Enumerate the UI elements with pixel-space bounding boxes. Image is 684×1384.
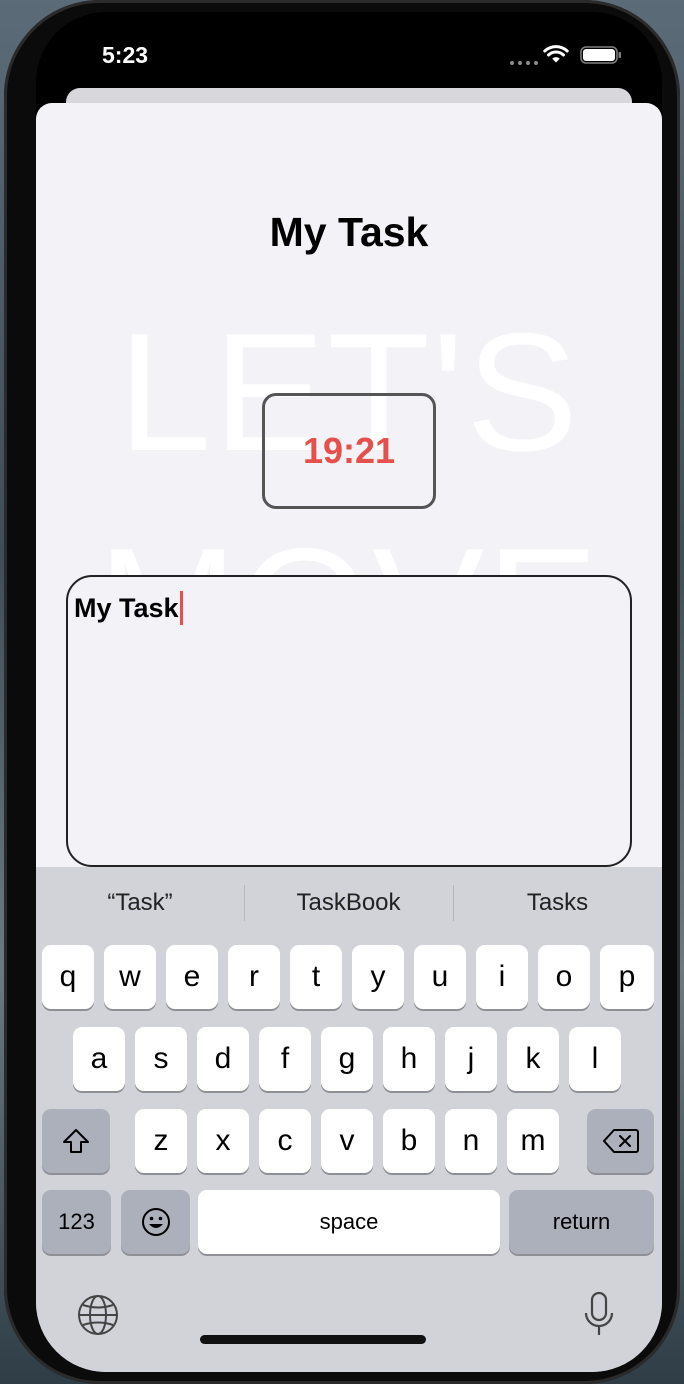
status-bar: 5:23 (36, 12, 662, 92)
key-k[interactable]: k (507, 1027, 559, 1091)
key-w[interactable]: w (104, 945, 156, 1009)
globe-icon[interactable] (76, 1293, 120, 1337)
key-c[interactable]: c (259, 1109, 311, 1173)
backspace-icon (602, 1129, 639, 1153)
shift-key[interactable] (42, 1109, 110, 1173)
page-title: My Task (269, 209, 429, 255)
key-v[interactable]: v (321, 1109, 373, 1173)
key-y[interactable]: y (352, 945, 404, 1009)
task-text-editor[interactable]: My Task (66, 575, 632, 867)
task-text-value: My Task (74, 593, 179, 623)
key-m[interactable]: m (507, 1109, 559, 1173)
delete-key[interactable] (587, 1109, 654, 1173)
cellular-signal-icon (510, 61, 538, 65)
numbers-key[interactable]: 123 (42, 1190, 111, 1254)
key-l[interactable]: l (569, 1027, 621, 1091)
emoji-key[interactable] (121, 1190, 190, 1254)
status-time: 5:23 (102, 42, 149, 68)
key-z[interactable]: z (135, 1109, 187, 1173)
key-f[interactable]: f (259, 1027, 311, 1091)
text-cursor (179, 591, 183, 625)
battery-icon (580, 46, 621, 64)
home-indicator[interactable] (200, 1335, 426, 1344)
suggestion-item[interactable]: Tasks (453, 889, 662, 917)
suggestion-bar: “Task” TaskBook Tasks (36, 867, 662, 939)
return-key[interactable]: return (509, 1190, 654, 1254)
key-e[interactable]: e (166, 945, 218, 1009)
key-u[interactable]: u (414, 945, 466, 1009)
suggestion-item[interactable]: “Task” (36, 889, 244, 917)
timer-value: 19:21 (302, 430, 396, 471)
key-d[interactable]: d (197, 1027, 249, 1091)
key-g[interactable]: g (321, 1027, 373, 1091)
key-i[interactable]: i (476, 945, 528, 1009)
key-h[interactable]: h (383, 1027, 435, 1091)
key-t[interactable]: t (290, 945, 342, 1009)
shift-icon (63, 1129, 89, 1153)
suggestion-item[interactable]: TaskBook (244, 889, 453, 917)
wifi-icon (543, 45, 569, 63)
key-a[interactable]: a (73, 1027, 125, 1091)
phone-frame: 5:23 LET'S MOVE My Task 19:21 (4, 0, 680, 1384)
key-p[interactable]: p (600, 945, 654, 1009)
key-n[interactable]: n (445, 1109, 497, 1173)
key-q[interactable]: q (42, 945, 94, 1009)
key-j[interactable]: j (445, 1027, 497, 1091)
keyboard: “Task” TaskBook Tasks q w e r t y u i o … (36, 867, 662, 1372)
emoji-icon (141, 1208, 170, 1236)
key-x[interactable]: x (197, 1109, 249, 1173)
timer-display[interactable]: 19:21 (262, 393, 436, 509)
key-o[interactable]: o (538, 945, 590, 1009)
microphone-icon[interactable] (583, 1291, 615, 1339)
key-b[interactable]: b (383, 1109, 435, 1173)
key-s[interactable]: s (135, 1027, 187, 1091)
space-key[interactable]: space (198, 1190, 500, 1254)
screen: 5:23 LET'S MOVE My Task 19:21 (36, 12, 662, 1372)
key-r[interactable]: r (228, 945, 280, 1009)
